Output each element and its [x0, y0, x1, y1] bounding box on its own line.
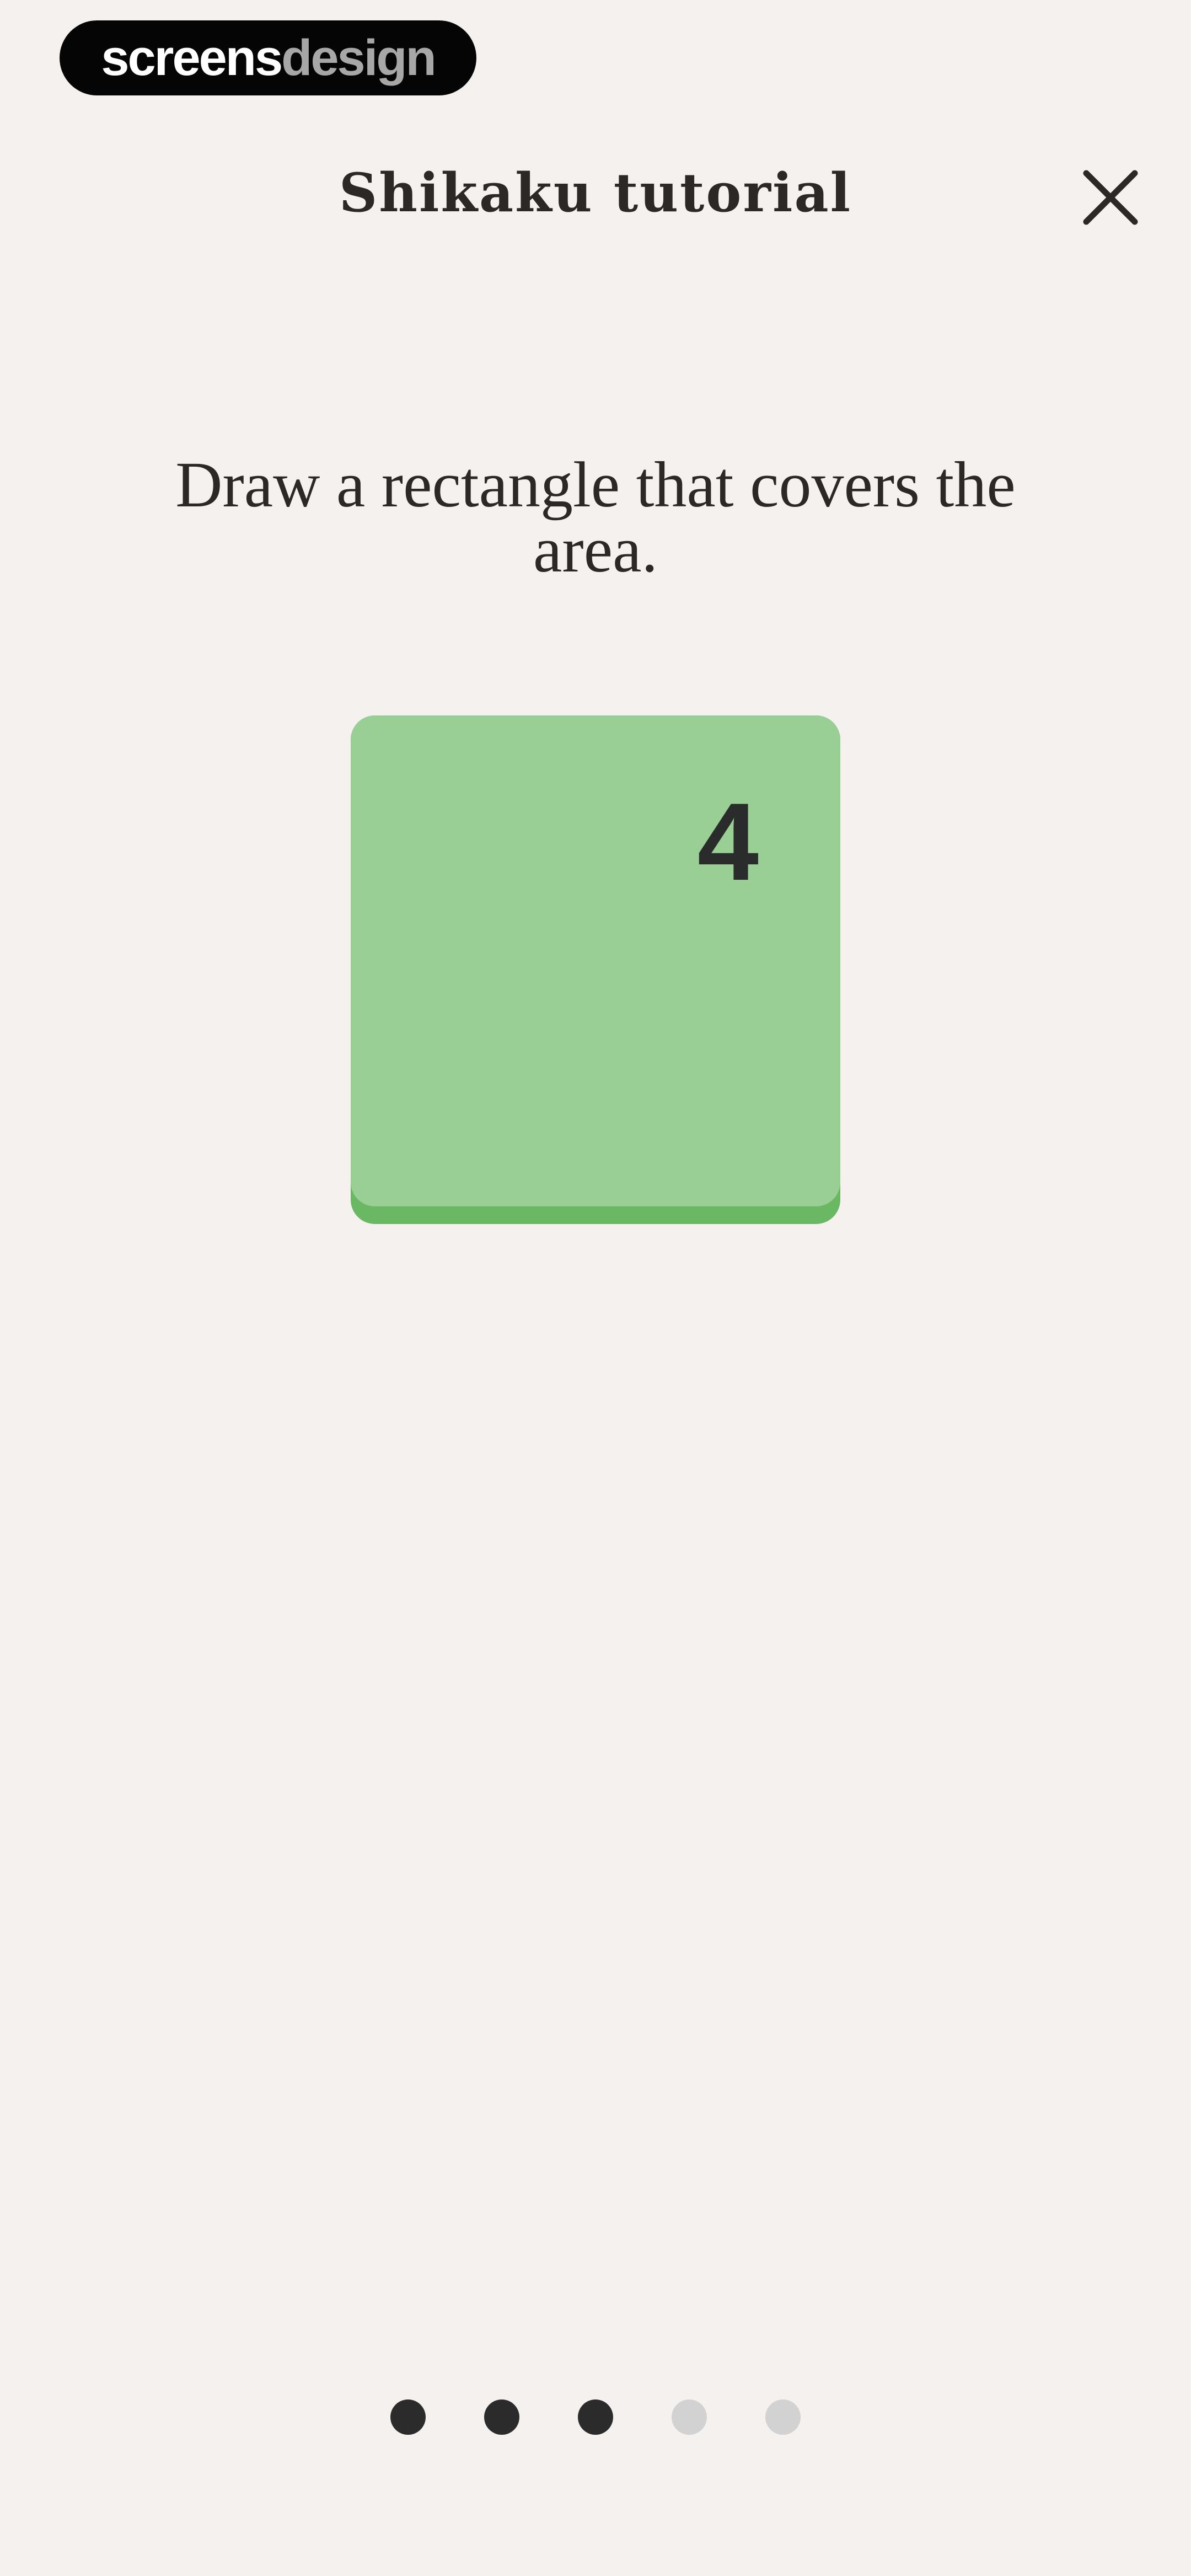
puzzle-tile-face: 4 — [351, 715, 840, 1206]
page-dot-4[interactable] — [672, 2399, 707, 2435]
page-dot-3[interactable] — [578, 2399, 613, 2435]
close-button[interactable] — [1075, 165, 1146, 230]
page-dot-5[interactable] — [765, 2399, 801, 2435]
tile-number: 4 — [697, 781, 759, 904]
screensdesign-watermark: screens design — [60, 20, 476, 95]
watermark-part1: screens — [101, 30, 283, 86]
page-dot-1[interactable] — [390, 2399, 426, 2435]
close-icon — [1083, 170, 1138, 225]
watermark-part2: design — [281, 30, 436, 86]
tutorial-instruction: Draw a rectangle that covers the area. — [175, 448, 1016, 586]
page-dot-2[interactable] — [484, 2399, 519, 2435]
page-title: Shikaku tutorial — [339, 162, 852, 224]
page-indicator — [0, 2399, 1191, 2435]
puzzle-tile[interactable]: 4 — [351, 715, 840, 1224]
